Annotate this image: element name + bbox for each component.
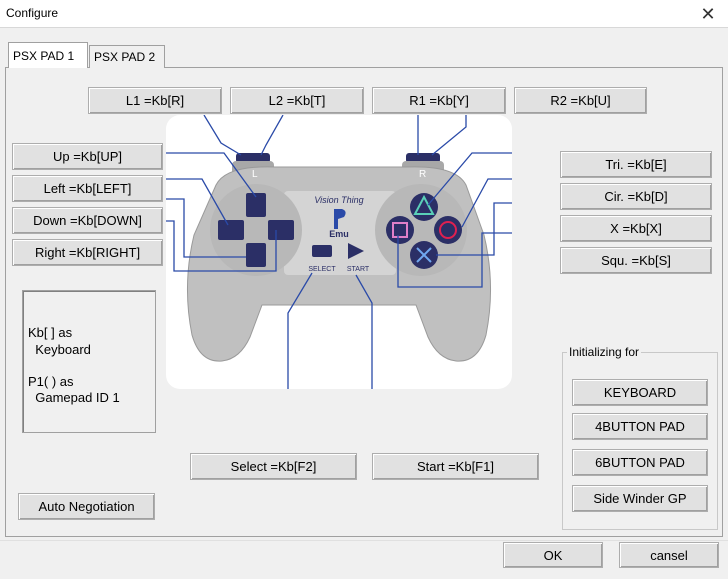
emu-text: Emu	[329, 229, 349, 239]
left-button[interactable]: Left =Kb[LEFT]	[12, 175, 163, 202]
4button-pad-button[interactable]: 4BUTTON PAD	[572, 413, 708, 440]
title-bar: Configure ✕	[0, 0, 728, 28]
dpad-left-shape	[218, 220, 244, 240]
initializing-label: Initializing for	[567, 345, 642, 359]
circle-button[interactable]: Cir. =Kb[D]	[560, 183, 712, 210]
select-button[interactable]: Select =Kb[F2]	[190, 453, 357, 480]
r1-button[interactable]: R1 =Kb[Y]	[372, 87, 506, 114]
r-text: R	[419, 169, 426, 180]
gamepad-image: Vision Thing Emu SELECT START L R	[166, 114, 512, 389]
down-button[interactable]: Down =Kb[DOWN]	[12, 207, 163, 234]
legend-line-3: P1( ) as	[28, 374, 74, 389]
tab-psx-pad-2[interactable]: PSX PAD 2	[89, 45, 165, 68]
cross-button[interactable]: X =Kb[X]	[560, 215, 712, 242]
right-button[interactable]: Right =Kb[RIGHT]	[12, 239, 163, 266]
select-text: SELECT	[308, 266, 336, 273]
auto-negotiation-button[interactable]: Auto Negotiation	[18, 493, 155, 520]
side-winder-gp-button[interactable]: Side Winder GP	[572, 485, 708, 512]
gamepad-icon: Vision Thing Emu SELECT START L R	[166, 114, 512, 389]
close-icon[interactable]: ✕	[688, 0, 728, 28]
keyboard-button[interactable]: KEYBOARD	[572, 379, 708, 406]
cancel-button[interactable]: cansel	[619, 542, 719, 568]
start-button[interactable]: Start =Kb[F1]	[372, 453, 539, 480]
l-text: L	[252, 169, 258, 180]
legend-line-1: Kb[ ] as	[28, 325, 73, 340]
select-shape	[312, 245, 332, 257]
l2-button[interactable]: L2 =Kb[T]	[230, 87, 364, 114]
square-button[interactable]: Squ. =Kb[S]	[560, 247, 712, 274]
triangle-button[interactable]: Tri. =Kb[E]	[560, 151, 712, 178]
tab-psx-pad-1[interactable]: PSX PAD 1	[8, 42, 88, 68]
dpad-down-shape	[246, 243, 266, 267]
legend-line-4: Gamepad ID 1	[28, 390, 120, 405]
l1-button[interactable]: L1 =Kb[R]	[88, 87, 222, 114]
6button-pad-button[interactable]: 6BUTTON PAD	[572, 449, 708, 476]
dpad-right-shape	[268, 220, 294, 240]
footer-divider	[0, 540, 728, 541]
up-button[interactable]: Up =Kb[UP]	[12, 143, 163, 170]
legend-line-2: Keyboard	[28, 342, 91, 357]
start-text: START	[347, 266, 370, 273]
mapping-legend: Kb[ ] as Keyboard P1( ) as Gamepad ID 1	[22, 290, 156, 433]
brand-text: Vision Thing	[314, 195, 363, 205]
window-title: Configure	[6, 6, 59, 20]
r2-button[interactable]: R2 =Kb[U]	[514, 87, 647, 114]
ok-button[interactable]: OK	[503, 542, 603, 568]
